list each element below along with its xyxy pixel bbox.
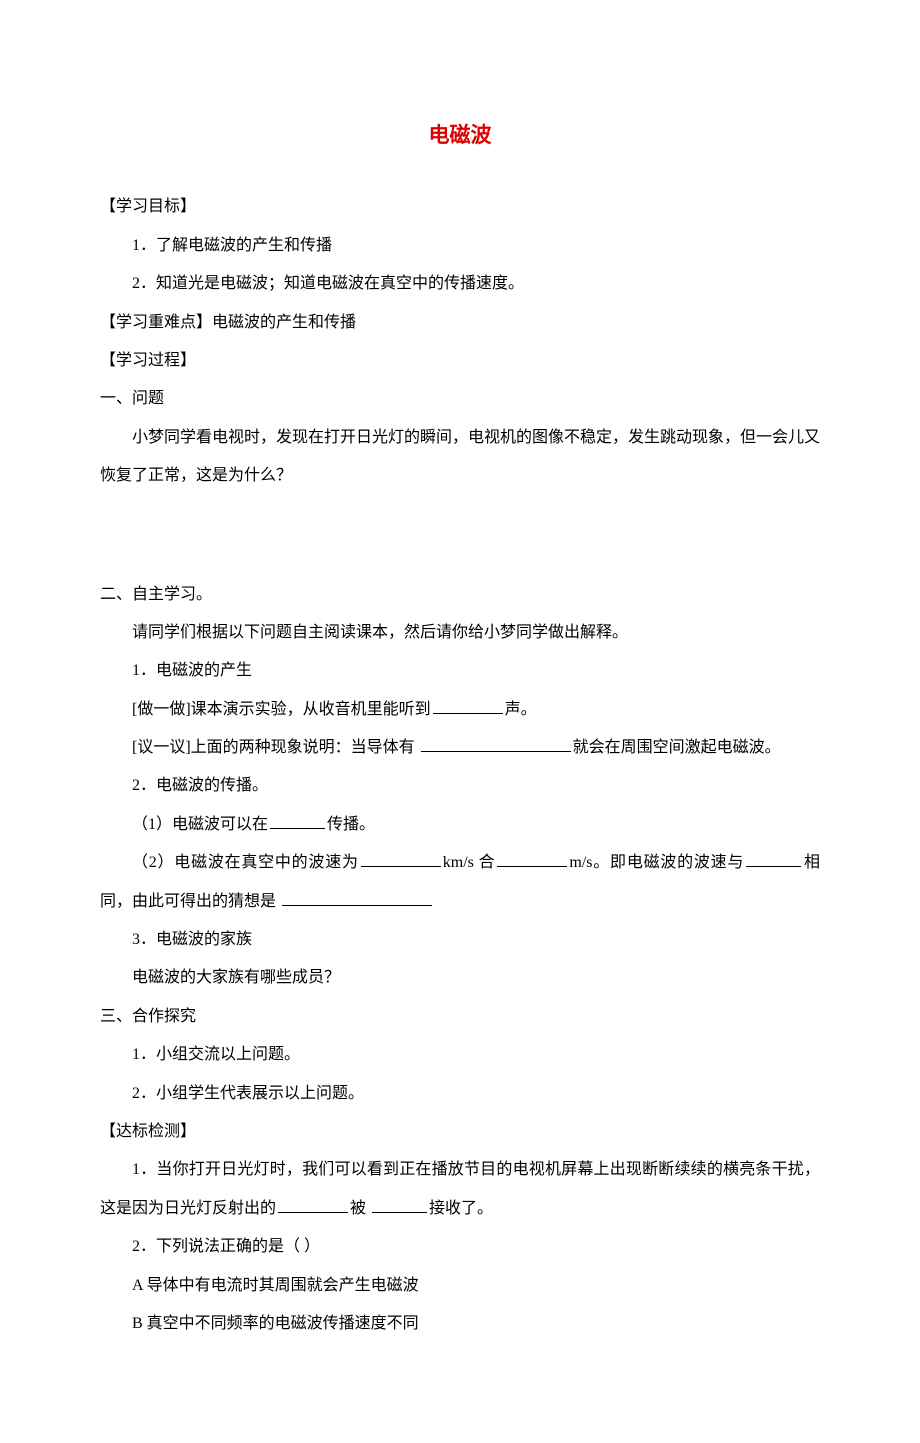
point1-do-pre: [做一做]课本演示实验，从收音机里能听到 — [132, 701, 431, 718]
section2-intro: 请同学们根据以下问题自主阅读课本，然后请你给小梦同学做出解释。 — [100, 614, 820, 652]
point1-do-post: 声。 — [505, 701, 537, 718]
point2-sub1: （1）电磁波可以在 传播。 — [100, 806, 820, 844]
point2-sub1-post: 传播。 — [327, 816, 375, 833]
blank-do[interactable] — [433, 697, 503, 714]
page-title: 电磁波 — [100, 110, 820, 160]
point3-body: 电磁波的大家族有哪些成员？ — [100, 959, 820, 997]
goal-item-2: 2．知道光是电磁波；知道电磁波在真空中的传播速度。 — [100, 265, 820, 303]
difficulty-label: 【学习重难点】 — [100, 314, 212, 331]
process-heading: 【学习过程】 — [100, 342, 820, 380]
q1c: 接收了。 — [429, 1200, 493, 1217]
blank-same[interactable] — [746, 850, 801, 867]
spacer — [100, 496, 820, 576]
check-q2a: A 导体中有电流时其周围就会产生电磁波 — [100, 1267, 820, 1305]
point1-do: [做一做]课本演示实验，从收音机里能听到 声。 — [100, 691, 820, 729]
check-q2b: B 真空中不同频率的电磁波传播速度不同 — [100, 1305, 820, 1343]
section3-item2: 2．小组学生代表展示以上问题。 — [100, 1075, 820, 1113]
section3-item1: 1．小组交流以上问题。 — [100, 1036, 820, 1074]
blank-q1-1[interactable] — [278, 1196, 348, 1213]
p22a: （2）电磁波在真空中的波速为 — [132, 854, 359, 871]
section3-head: 三、合作探究 — [100, 998, 820, 1036]
section2-head: 二、自主学习。 — [100, 576, 820, 614]
point1-discuss-pre: [议一议]上面的两种现象说明：当导体有 — [132, 739, 419, 756]
check-q2: 2．下列说法正确的是（ ） — [100, 1228, 820, 1266]
section1-head: 一、问题 — [100, 380, 820, 418]
blank-kms[interactable] — [361, 850, 441, 867]
check-heading: 【达标检测】 — [100, 1113, 820, 1151]
goal-item-1: 1．了解电磁波的产生和传播 — [100, 227, 820, 265]
section1-body: 小梦同学看电视时，发现在打开日光灯的瞬间，电视机的图像不稳定，发生跳动现象，但一… — [100, 419, 820, 496]
point2-title: 2．电磁波的传播。 — [100, 767, 820, 805]
difficulty-text: 电磁波的产生和传播 — [212, 314, 356, 331]
blank-guess[interactable] — [282, 889, 432, 906]
difficulty-line: 【学习重难点】电磁波的产生和传播 — [100, 304, 820, 342]
p22c: m/s。即电磁波的波速与 — [569, 854, 744, 871]
point2-sub1-pre: （1）电磁波可以在 — [132, 816, 268, 833]
point1-title: 1．电磁波的产生 — [100, 652, 820, 690]
blank-ms[interactable] — [497, 850, 567, 867]
point2-sub2: （2）电磁波在真空中的波速为km/s 合m/s。即电磁波的波速与相同，由此可得出… — [100, 844, 820, 921]
point1-discuss: [议一议]上面的两种现象说明：当导体有 就会在周围空间激起电磁波。 — [100, 729, 820, 767]
blank-discuss[interactable] — [421, 735, 571, 752]
point1-discuss-post: 就会在周围空间激起电磁波。 — [573, 739, 781, 756]
goals-heading: 【学习目标】 — [100, 188, 820, 226]
p22b: km/s 合 — [443, 854, 496, 871]
check-q1: 1．当你打开日光灯时，我们可以看到正在播放节目的电视机屏幕上出现断断续续的横亮条… — [100, 1151, 820, 1228]
q1b: 被 — [350, 1200, 370, 1217]
blank-medium[interactable] — [270, 812, 325, 829]
blank-q1-2[interactable] — [372, 1196, 427, 1213]
point3-title: 3．电磁波的家族 — [100, 921, 820, 959]
